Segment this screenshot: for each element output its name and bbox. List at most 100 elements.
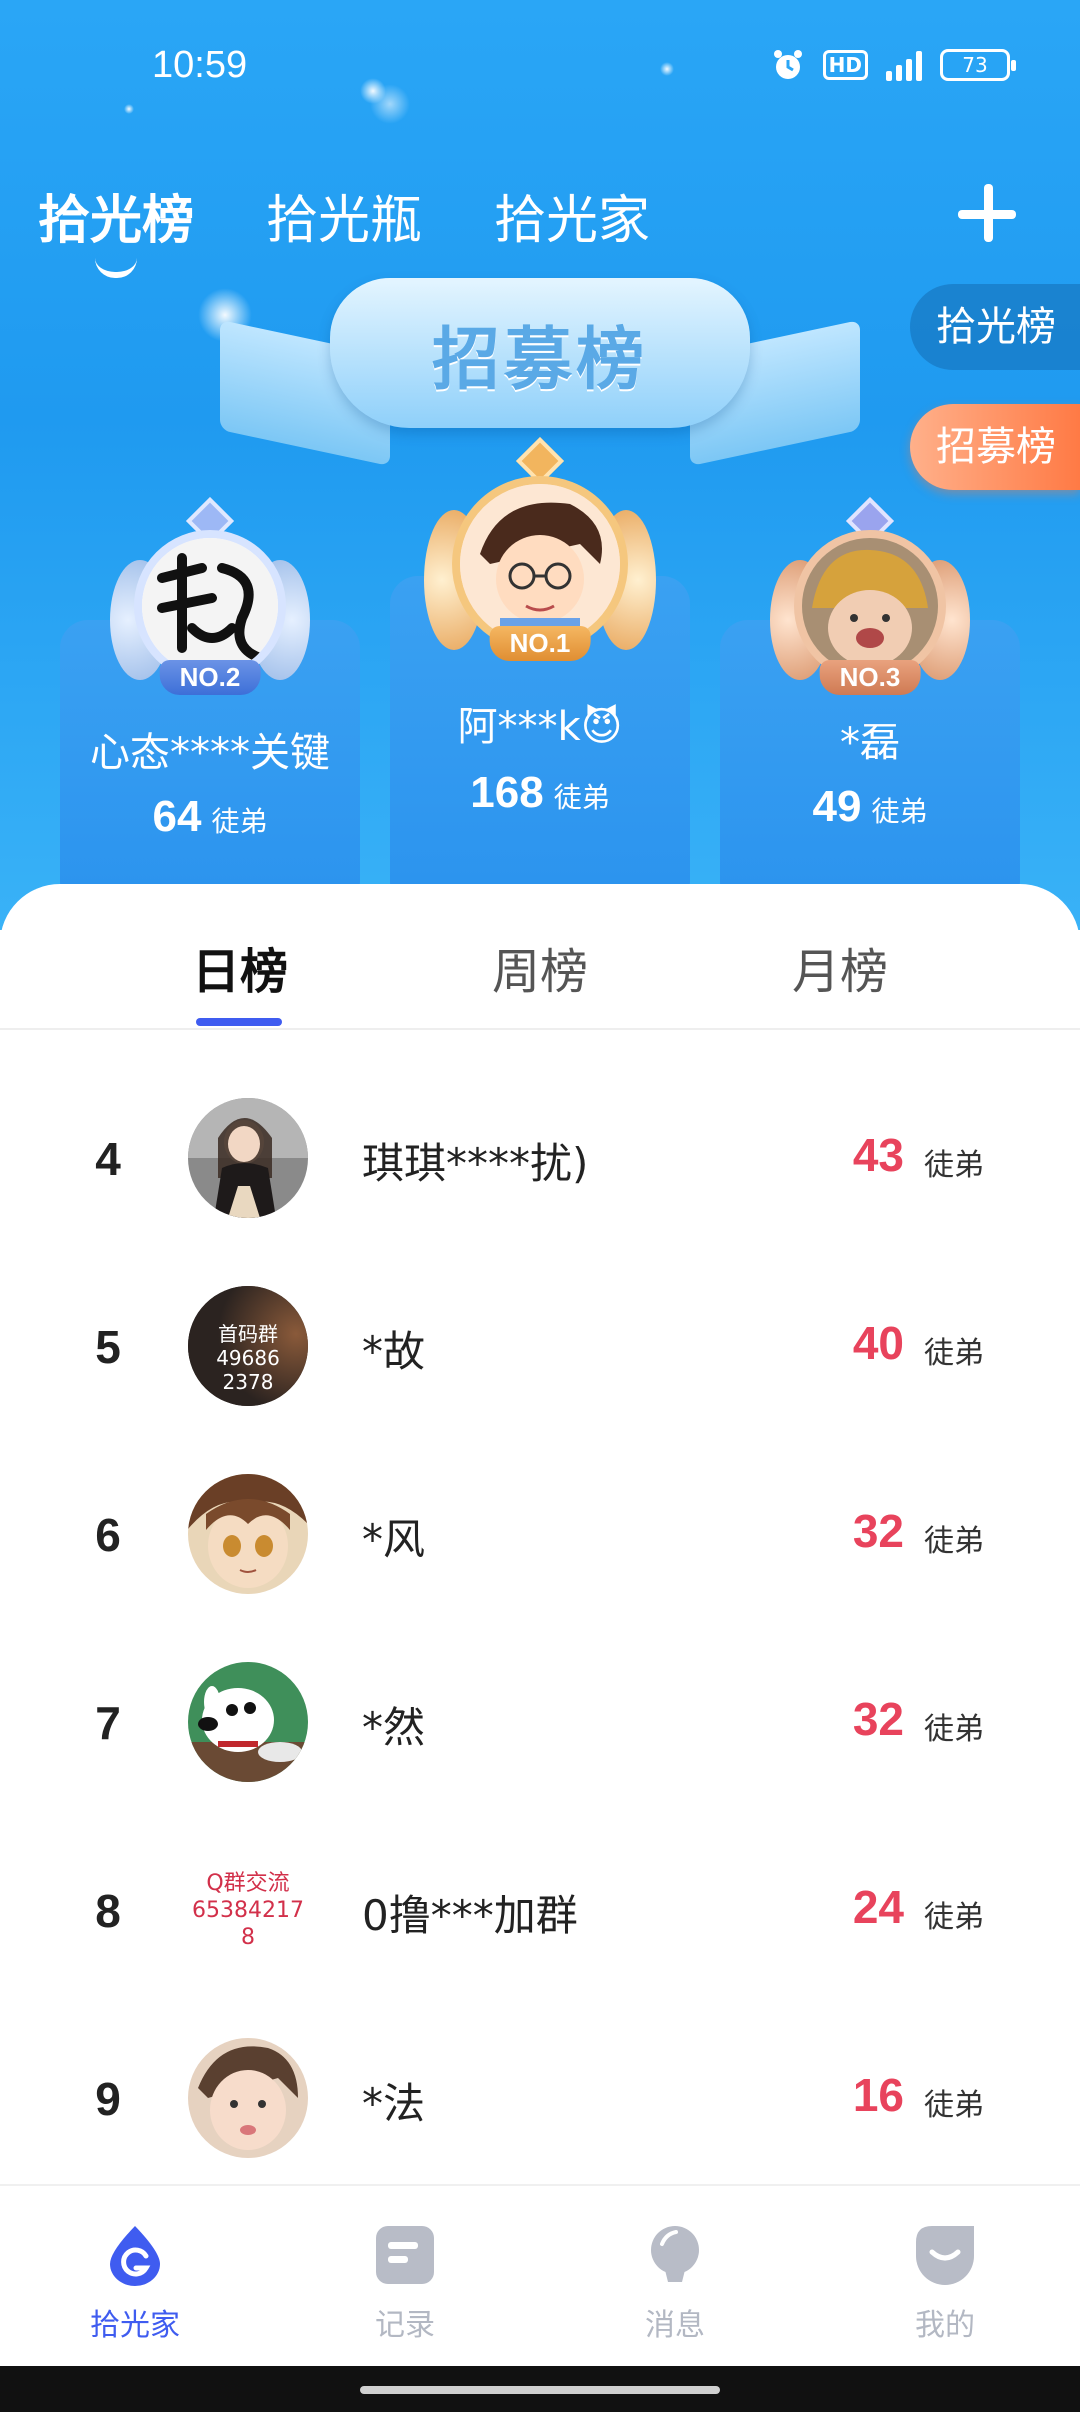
user-name: *风 [362,1515,426,1564]
list-item[interactable]: 7 *然 32 徒弟 [0,1632,1080,1820]
avatar [188,1098,308,1218]
period-tabs: 日榜 周榜 月榜 [0,884,1080,1030]
calligraphy-avatar-image [142,538,278,674]
add-button[interactable] [952,178,1022,248]
tab-shiguang-rank[interactable]: 拾光榜 [38,178,195,278]
tab-daily[interactable]: 日榜 [140,932,340,1002]
disciple-count: 32 [852,1505,904,1557]
podium-name: 阿***k😈 [457,704,623,750]
disciple-count: 43 [852,1129,904,1181]
nav-label: 消息 [645,2308,705,2343]
count-unit: 徒弟 [924,1336,984,1371]
anime-boy-avatar-image [188,1474,308,1594]
count-unit: 徒弟 [924,1900,984,1935]
status-icons: HD 73 [771,48,1016,82]
record-icon [372,2222,438,2288]
avatar-text: 65384217 [192,1897,304,1923]
signal-icon [886,49,922,81]
list-item[interactable]: 5 首码群 49686 2378 *故 40 徒弟 [0,1256,1080,1444]
avatar [188,2038,308,2158]
list-item[interactable]: 4 琪琪****扰) 43 徒弟 [0,1068,1080,1256]
rank-number: 7 [95,1697,121,1749]
rank-label: NO.1 [489,626,591,661]
user-name: *法 [362,2079,426,2128]
podium-name: 心态****关键 [90,730,330,776]
banner-title: 招募榜 [431,320,648,400]
count-unit: 徒弟 [924,2088,984,2123]
alarm-icon [771,48,805,82]
avatar [188,1662,308,1782]
text-avatar: Q群交流 65384217 8 [188,1850,308,1970]
nav-shiguang-home[interactable]: 拾光家 [60,2222,210,2344]
avatar [188,1474,308,1594]
nav-record[interactable]: 记录 [330,2222,480,2344]
count-unit: 徒弟 [924,1148,984,1183]
tab-label: 拾光瓶 [266,191,423,251]
rank-number: 9 [95,2073,121,2125]
system-gesture-bar [0,2366,1080,2412]
rank-label: NO.2 [159,660,261,695]
status-bar: 10:59 HD 73 [0,0,1080,140]
hero-header: 10:59 HD 73 拾光榜 拾光瓶 拾光家 招募榜 拾光榜 招募榜 心态**… [0,0,1080,930]
list-item[interactable]: 6 *风 32 徒弟 [0,1444,1080,1632]
tab-shiguang-home[interactable]: 拾光家 [494,178,650,253]
podium-count: 168 徒弟 [390,768,690,818]
count-unit: 徒弟 [924,1524,984,1559]
podium-count-unit: 徒弟 [211,805,268,838]
profile-icon [912,2222,978,2288]
active-tab-underline [196,1018,282,1026]
tab-monthly[interactable]: 月榜 [740,932,940,1002]
tab-weekly[interactable]: 周榜 [440,932,640,1002]
podium-name: *磊 [840,720,900,766]
nav-profile[interactable]: 我的 [870,2222,1020,2344]
switch-shiguang-rank-button[interactable]: 拾光榜 [910,284,1080,370]
cartoon-dog-avatar-image [188,1662,308,1782]
medal-no3: NO.3 [770,496,970,700]
rank-number: 5 [95,1321,121,1373]
user-name: *故 [362,1327,426,1376]
active-tab-indicator [95,258,137,278]
avatar-text: 2378 [222,1370,274,1394]
kid-photo-avatar-image [188,2038,308,2158]
podium-count-value: 64 [152,792,202,841]
girl-photo-avatar-image [188,1098,308,1218]
tab-shiguang-bottle[interactable]: 拾光瓶 [266,178,422,253]
nav-label: 拾光家 [90,2308,180,2343]
list-item[interactable]: 9 *法 16 徒弟 [0,2008,1080,2196]
baby-photo-avatar-image [802,538,938,674]
ribbon-body: 招募榜 [330,278,750,428]
medal-no1: NO.1 [420,436,660,680]
switch-recruit-rank-button[interactable]: 招募榜 [910,404,1080,490]
rank-label: NO.3 [819,660,921,695]
rank-number: 4 [95,1133,121,1185]
podium-count-unit: 徒弟 [553,781,610,814]
ranking-sheet: 日榜 周榜 月榜 4 琪琪****扰) 43 徒弟 5 首码群 49686 23… [0,884,1080,2184]
list-item[interactable]: 8 Q群交流 65384217 8 0撸***加群 24 徒弟 [0,1820,1080,2008]
user-name: 琪琪****扰) [362,1139,589,1188]
home-indicator[interactable] [360,2386,720,2394]
top-tabs: 拾光榜 拾光瓶 拾光家 [38,178,650,278]
user-name: 0撸***加群 [362,1891,578,1940]
battery-icon: 73 [940,49,1016,81]
podium-count: 49 徒弟 [720,782,1020,832]
bulb-icon [642,2222,708,2288]
count-unit: 徒弟 [924,1712,984,1747]
drop-icon [102,2222,168,2288]
cartoon-boy-avatar-image [460,484,620,644]
medal-no2: NO.2 [110,496,310,700]
status-time: 10:59 [152,44,248,86]
hd-icon: HD [822,50,868,80]
podium-count-value: 49 [812,782,862,831]
podium-count-value: 168 [470,768,544,817]
disciple-count: 40 [852,1317,904,1369]
bottom-nav: 拾光家 记录 消息 我的 [0,2184,1080,2366]
avatar-text: 49686 [216,1346,280,1370]
rank-number: 6 [95,1509,121,1561]
avatar-text: 首码群 [218,1322,278,1346]
user-name: *然 [362,1703,426,1752]
tab-label: 拾光榜 [38,191,195,251]
avatar: 首码群 49686 2378 [188,1286,308,1406]
nav-messages[interactable]: 消息 [600,2222,750,2344]
disciple-count: 32 [852,1693,904,1745]
nav-label: 记录 [375,2308,435,2343]
